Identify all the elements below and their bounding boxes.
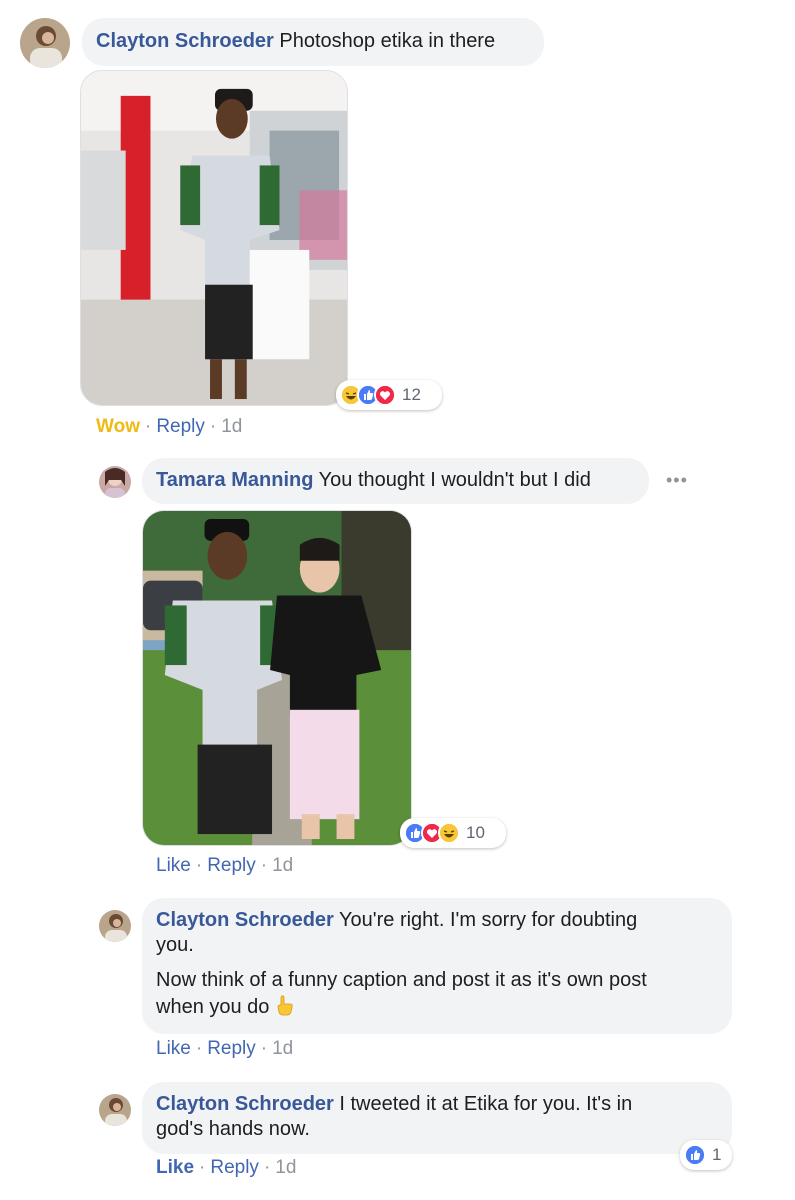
comment-author[interactable]: Tamara Manning [156, 469, 313, 491]
comment-bubble: Clayton Schroeder I tweeted it at Etika … [142, 1082, 732, 1154]
comment-text: I tweeted it at Etika for you. It's in [339, 1093, 633, 1115]
reaction-count: 10 [466, 823, 485, 842]
reaction-summary[interactable]: 12 [336, 380, 442, 410]
comment-text: god's hands now. [156, 1118, 310, 1140]
comment-photo[interactable] [80, 70, 348, 406]
comment-text-line: Clayton Schroeder You're right. I'm sorr… [156, 908, 718, 933]
avatar[interactable] [99, 466, 131, 498]
reply-link[interactable]: Reply [210, 1157, 259, 1178]
comment-bubble: Clayton Schroeder You're right. I'm sorr… [142, 898, 732, 1034]
comment-actions: Like · Reply · 1d [156, 1157, 297, 1178]
comment-text: You're right. I'm sorry for doubting [339, 909, 638, 931]
timestamp[interactable]: 1d [221, 416, 242, 437]
reaction-summary[interactable]: 10 [400, 818, 506, 848]
avatar[interactable] [20, 18, 70, 68]
comment-bubble: Clayton Schroeder Photoshop etika in the… [82, 18, 544, 66]
timestamp[interactable]: 1d [272, 855, 293, 876]
like-link[interactable]: Like [156, 1038, 191, 1059]
reaction-summary[interactable]: 1 [680, 1140, 732, 1170]
comment-text: you. [156, 934, 194, 956]
avatar[interactable] [99, 910, 131, 942]
timestamp[interactable]: 1d [272, 1038, 293, 1059]
reaction-count: 1 [712, 1145, 722, 1164]
comment-author[interactable]: Clayton Schroeder [156, 909, 334, 931]
timestamp[interactable]: 1d [275, 1157, 296, 1178]
like-link[interactable]: Like [156, 855, 191, 876]
haha-icon [438, 822, 460, 844]
comment-actions: Like · Reply · 1d [156, 855, 294, 876]
comment-actions: Like · Reply · 1d [156, 1038, 294, 1059]
comment-actions: Wow · Reply · 1d [96, 416, 243, 437]
comment-text: You thought I wouldn't but I did [318, 469, 591, 491]
reply-link[interactable]: Reply [207, 1038, 256, 1059]
comment-author[interactable]: Clayton Schroeder [96, 30, 274, 52]
reaction-count: 12 [402, 385, 421, 404]
comment-text: Now think of a funny caption and post it… [156, 969, 647, 991]
comment-text-line: when you do [156, 993, 718, 1020]
comment-text: Photoshop etika in there [279, 30, 496, 52]
love-icon [374, 384, 396, 406]
wow-reaction-button[interactable]: Wow [96, 416, 140, 437]
comment-bubble: Tamara Manning You thought I wouldn't bu… [142, 458, 649, 504]
comment-text: when you do [156, 996, 270, 1018]
like-icon [684, 1144, 706, 1166]
reply-link[interactable]: Reply [156, 416, 205, 437]
reply-link[interactable]: Reply [207, 855, 256, 876]
comment-photo[interactable] [142, 510, 412, 846]
avatar[interactable] [99, 1094, 131, 1126]
comment-text-line: Clayton Schroeder I tweeted it at Etika … [156, 1092, 718, 1117]
more-options-button[interactable]: ••• [666, 470, 688, 491]
like-link[interactable]: Like [156, 1157, 194, 1178]
comment-author[interactable]: Clayton Schroeder [156, 1093, 334, 1115]
pointing-hand-icon [273, 993, 297, 1017]
